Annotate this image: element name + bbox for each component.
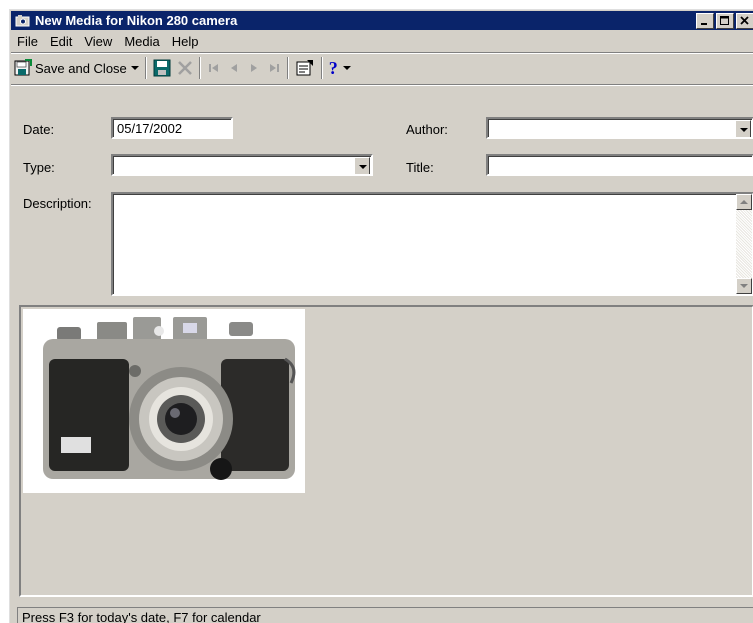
menu-help[interactable]: Help [166,34,205,49]
menu-media-label: Media [124,34,160,49]
menu-file-label: File [17,34,38,49]
toolbar-separator [198,57,201,79]
type-dropdown[interactable] [111,154,373,176]
media-preview-pane [19,305,753,597]
title-bar[interactable]: New Media for Nikon 280 camera [11,11,753,30]
toolbar-divider [11,84,753,86]
date-value: 05/17/2002 [117,121,183,136]
menu-bar: File Edit View Media Help [11,32,204,51]
status-text: Press F3 for today's date, F7 for calend… [22,610,261,623]
menu-view[interactable]: View [78,34,118,49]
close-icon [740,16,749,25]
menu-file[interactable]: File [11,34,44,49]
last-record-button[interactable] [264,56,284,80]
chevron-down-icon[interactable] [130,65,139,71]
date-field[interactable]: 05/17/2002 [111,117,233,139]
toolbar-separator [320,57,323,79]
menu-media[interactable]: Media [118,34,165,49]
window-title: New Media for Nikon 280 camera [35,13,238,28]
minimize-button[interactable] [696,13,714,29]
save-and-close-label: Save and Close [35,60,127,76]
title-field[interactable] [486,154,753,176]
help-icon: ? [328,57,338,78]
toolbar-separator [144,57,147,79]
maximize-button[interactable] [716,13,734,29]
toolbar: Save and Close ? [11,54,354,82]
maximize-icon [720,16,729,25]
first-record-icon [208,64,218,72]
first-record-button[interactable] [204,56,224,80]
scroll-down-button[interactable] [736,278,752,294]
media-app-icon [15,14,31,28]
description-field[interactable] [111,192,753,296]
next-record-button[interactable] [244,56,264,80]
author-label: Author: [406,122,448,137]
menu-help-label: Help [171,34,199,49]
author-dropdown[interactable] [486,117,753,139]
media-window: New Media for Nikon 280 camera File Edit… [8,8,753,623]
delete-x-icon [177,61,192,75]
properties-icon [296,60,313,76]
close-button[interactable] [736,13,753,29]
save-close-icon [14,59,32,76]
camera-photo [23,309,305,493]
next-record-icon [250,64,257,72]
menu-edit[interactable]: Edit [44,34,78,49]
description-label: Description: [23,196,92,211]
delete-button[interactable] [174,56,196,80]
toolbar-separator [286,57,289,79]
description-scrollbar[interactable] [736,194,752,294]
chevron-down-icon[interactable] [342,65,351,71]
scroll-up-button[interactable] [736,194,752,210]
menu-edit-label: Edit [49,34,73,49]
type-label: Type: [23,160,55,175]
previous-record-icon [230,64,237,72]
author-dropdown-button[interactable] [735,120,751,137]
last-record-icon [269,64,279,72]
camera-image [23,309,305,493]
floppy-disk-icon [153,59,171,77]
properties-button[interactable] [292,56,318,80]
status-bar: Press F3 for today's date, F7 for calend… [17,607,753,623]
menu-view-label: View [84,34,113,49]
save-and-close-button[interactable]: Save and Close [11,56,142,80]
minimize-icon [701,23,707,25]
type-dropdown-button[interactable] [354,157,370,174]
help-button[interactable]: ? [326,56,354,80]
save-button[interactable] [150,56,174,80]
previous-record-button[interactable] [224,56,244,80]
title-label: Title: [406,160,434,175]
date-label: Date: [23,122,55,137]
